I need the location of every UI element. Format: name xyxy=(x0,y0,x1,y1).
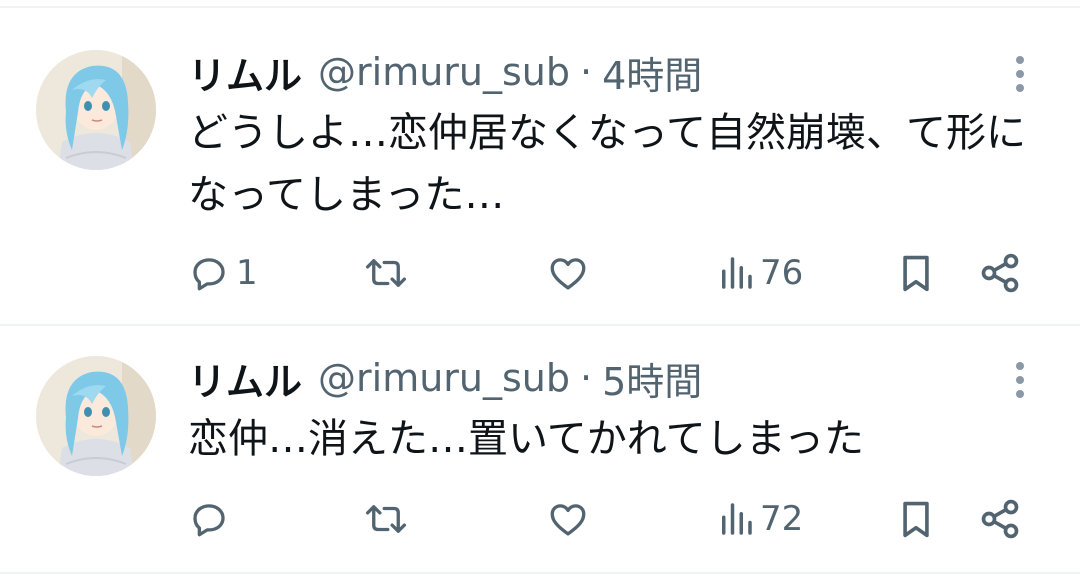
tweet-text: どうしよ…恋仲居なくなって自然崩壊、て形になってしまった… xyxy=(188,110,1026,218)
bookmark-button[interactable] xyxy=(896,494,936,544)
tweet-item[interactable]: リムル @rimuru_sub · 5時間 恋仲…消えた…置いてかれてしまった xyxy=(0,326,1080,574)
retweet-icon xyxy=(362,252,410,294)
bookmark-icon xyxy=(896,251,936,295)
tweet-header: リムル @rimuru_sub · 5時間 xyxy=(188,354,702,404)
like-button[interactable] xyxy=(546,494,596,544)
retweet-icon xyxy=(362,498,410,540)
more-icon[interactable] xyxy=(1004,356,1036,404)
reply-icon xyxy=(188,252,230,294)
retweet-button[interactable] xyxy=(362,494,416,544)
more-icon[interactable] xyxy=(1004,50,1036,98)
reply-count: 1 xyxy=(236,253,258,293)
timestamp[interactable]: 5時間 xyxy=(602,351,702,406)
share-button[interactable] xyxy=(978,248,1022,298)
bookmark-icon xyxy=(896,497,936,541)
reply-button[interactable]: 1 xyxy=(188,248,258,298)
author-name[interactable]: リムル xyxy=(188,351,302,406)
like-icon xyxy=(546,498,590,540)
top-divider xyxy=(0,0,1080,8)
action-bar: 72 xyxy=(0,494,1080,544)
avatar[interactable] xyxy=(36,356,156,476)
separator-dot: · xyxy=(580,356,593,400)
views-icon xyxy=(718,498,754,540)
avatar[interactable] xyxy=(36,50,156,170)
views-button[interactable]: 72 xyxy=(718,494,803,544)
author-handle[interactable]: @rimuru_sub xyxy=(318,50,570,94)
views-icon xyxy=(718,252,754,294)
author-name[interactable]: リムル xyxy=(188,45,302,100)
like-icon xyxy=(546,252,590,294)
views-count: 76 xyxy=(760,253,804,293)
share-icon xyxy=(978,497,1022,541)
share-button[interactable] xyxy=(978,494,1022,544)
retweet-button[interactable] xyxy=(362,248,416,298)
reply-button[interactable] xyxy=(188,494,236,544)
like-button[interactable] xyxy=(546,248,596,298)
timestamp[interactable]: 4時間 xyxy=(602,45,702,100)
tweet-item[interactable]: リムル @rimuru_sub · 4時間 どうしよ…恋仲居なくなって自然崩壊、… xyxy=(0,10,1080,326)
author-handle[interactable]: @rimuru_sub xyxy=(318,356,570,400)
action-bar: 1 76 xyxy=(0,248,1080,298)
tweet-header: リムル @rimuru_sub · 4時間 xyxy=(188,48,702,98)
bookmark-button[interactable] xyxy=(896,248,936,298)
views-count: 72 xyxy=(760,499,804,539)
reply-icon xyxy=(188,498,230,540)
views-button[interactable]: 76 xyxy=(718,248,803,298)
share-icon xyxy=(978,251,1022,295)
separator-dot: · xyxy=(580,50,593,94)
tweet-text: 恋仲…消えた…置いてかれてしまった xyxy=(188,416,864,462)
